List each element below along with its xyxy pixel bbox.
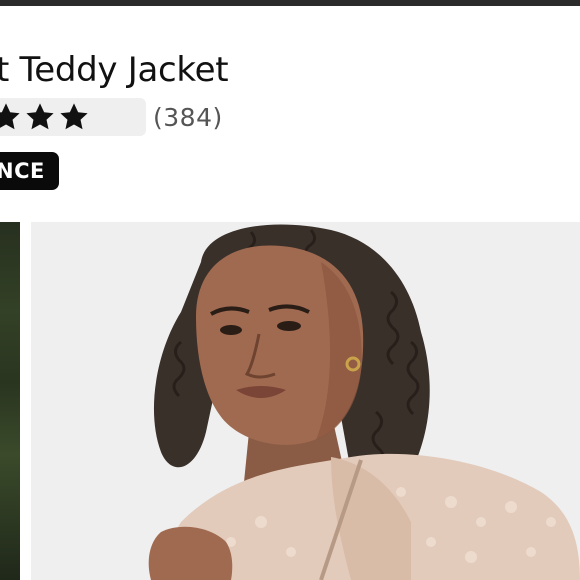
product-main-image[interactable] (31, 222, 580, 580)
gallery-thumbnail[interactable] (0, 222, 20, 580)
stars-group (0, 101, 90, 133)
model-photo (31, 222, 580, 580)
star-icon (0, 103, 20, 130)
star-rating[interactable] (0, 98, 146, 136)
product-title: t Teddy Jacket (0, 50, 229, 90)
sale-badge: NCE (0, 152, 59, 190)
star-icon (26, 103, 54, 130)
product-page: t Teddy Jacket (384) NCE (0, 0, 580, 580)
top-bar (0, 0, 580, 6)
star-icon (60, 103, 88, 130)
review-count-link[interactable]: (384) (153, 103, 223, 132)
rating-row[interactable]: (384) (0, 98, 223, 136)
